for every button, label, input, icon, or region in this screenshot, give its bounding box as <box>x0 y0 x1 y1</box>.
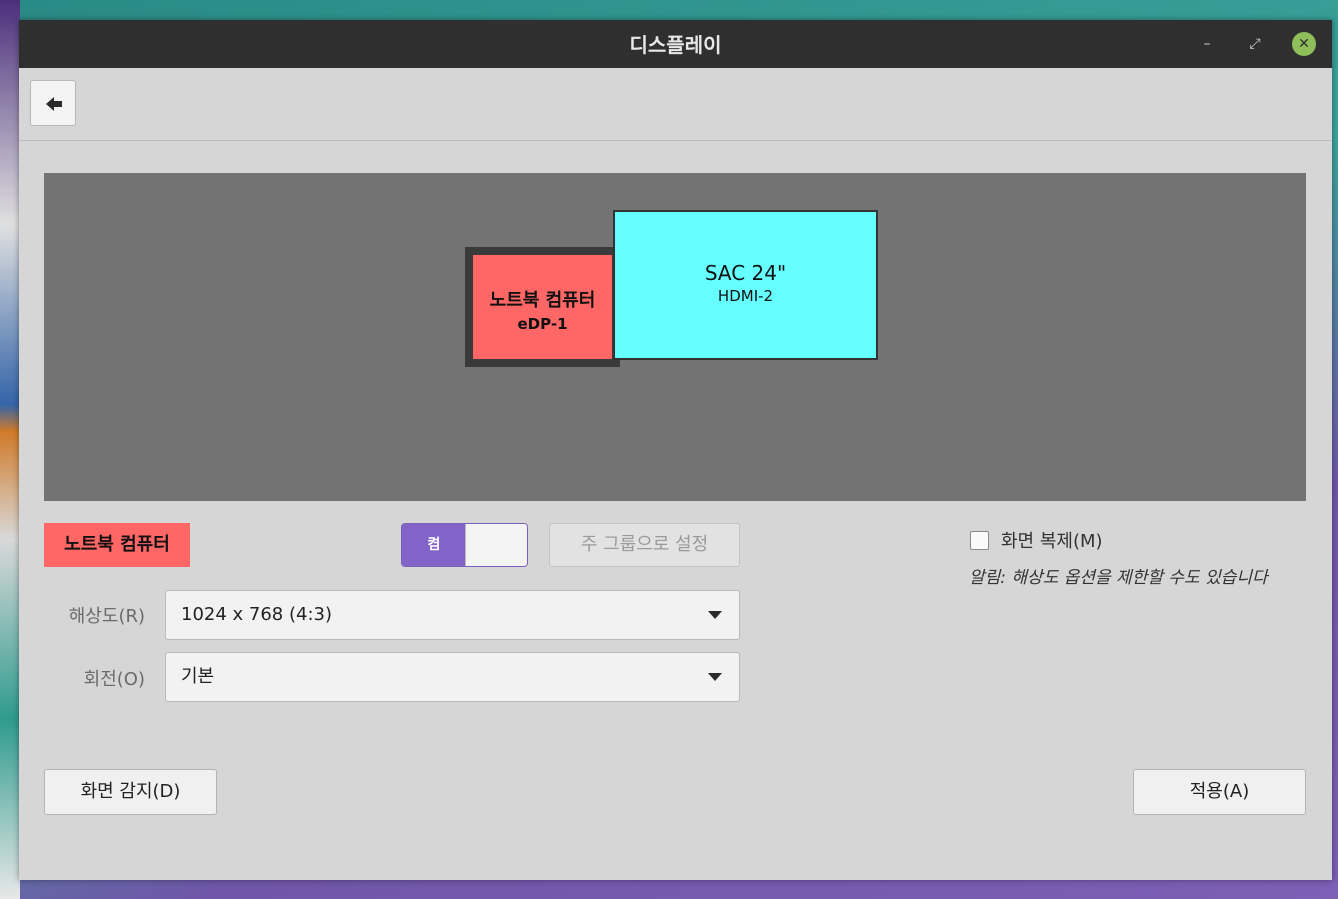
rotation-value: 기본 <box>181 666 215 687</box>
dropdown-arrow-icon <box>708 611 722 619</box>
monitor-enable-switch[interactable]: 켬 <box>401 523 528 567</box>
window-title: 디스플레이 <box>629 33 722 57</box>
desktop-icons-strip <box>0 0 20 899</box>
monitor-name: 노트북 컴퓨터 <box>489 290 596 311</box>
desktop-background: 디스플레이 – ⤢ ✕ 노트북 컴퓨터 eDP-1 SAC 24" HDMI-2 <box>0 0 1338 899</box>
selected-monitor-label: 노트북 컴퓨터 <box>44 523 190 567</box>
monitor-port: HDMI-2 <box>717 287 774 305</box>
mirror-displays-label[interactable]: 화면 복제(M) <box>1001 527 1103 553</box>
title-bar[interactable]: 디스플레이 – ⤢ ✕ <box>19 20 1332 68</box>
monitor-laptop[interactable]: 노트북 컴퓨터 eDP-1 <box>465 247 620 367</box>
detect-displays-button[interactable]: 화면 감지(D) <box>44 769 217 815</box>
monitor-arrangement-area[interactable]: 노트북 컴퓨터 eDP-1 SAC 24" HDMI-2 <box>44 173 1306 501</box>
toolbar <box>19 68 1332 141</box>
resolution-label: 해상도(R) <box>68 606 145 627</box>
monitor-port: eDP-1 <box>517 315 568 333</box>
dropdown-arrow-icon <box>708 673 722 681</box>
minimize-icon[interactable]: – <box>1195 32 1219 56</box>
switch-on-label: 켬 <box>402 524 466 566</box>
monitor-name: SAC 24" <box>704 261 787 285</box>
rotation-label: 회전(O) <box>83 669 145 690</box>
mirror-displays-checkbox[interactable] <box>970 531 989 550</box>
apply-button[interactable]: 적용(A) <box>1133 769 1306 815</box>
rotation-dropdown[interactable]: 기본 <box>165 652 740 702</box>
monitor-laptop-face: 노트북 컴퓨터 eDP-1 <box>473 255 612 359</box>
monitor-external[interactable]: SAC 24" HDMI-2 <box>613 210 878 360</box>
display-settings-window: 디스플레이 – ⤢ ✕ 노트북 컴퓨터 eDP-1 SAC 24" HDMI-2 <box>19 20 1332 880</box>
switch-knob[interactable] <box>465 524 527 566</box>
resolution-dropdown[interactable]: 1024 x 768 (4:3) <box>165 590 740 640</box>
mirror-note: 알림: 해상도 옵션을 제한할 수도 있습니다 <box>969 568 1268 588</box>
resolution-value: 1024 x 768 (4:3) <box>181 604 332 625</box>
close-icon[interactable]: ✕ <box>1292 32 1316 56</box>
back-button[interactable] <box>30 80 76 126</box>
set-primary-button[interactable]: 주 그룹으로 설정 <box>549 523 740 567</box>
maximize-icon[interactable]: ⤢ <box>1243 32 1267 56</box>
back-arrow-icon <box>46 97 62 111</box>
